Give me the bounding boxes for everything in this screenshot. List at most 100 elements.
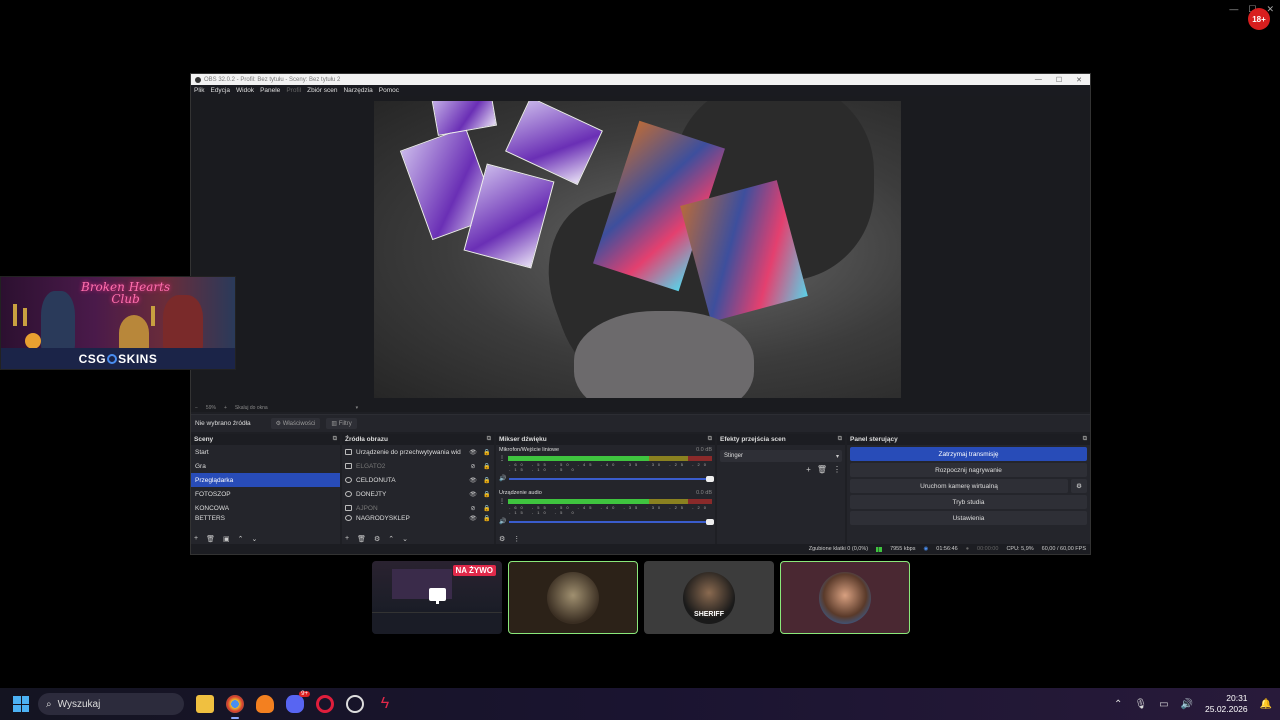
scene-item[interactable]: Gra [191,459,340,473]
chrome-icon[interactable] [226,695,244,719]
mixer-menu-icon[interactable]: ⋮ [513,535,520,543]
scenes-dock: Sceny ⧉ Start Gra Przeglądarka FOTOSZOP … [191,434,340,544]
undock-icon[interactable]: ⧉ [838,436,842,443]
microphone-icon[interactable]: 🎙 [1134,699,1147,710]
properties-button[interactable]: ⚙ Właściwości [270,418,321,429]
lock-icon[interactable]: 🔒 [480,477,494,484]
menu-pomoc[interactable]: Pomoc [379,87,399,94]
lightning-app-icon[interactable]: ϟ [376,695,394,713]
source-item[interactable]: Urządzenie do przechwytywania wid 👁 🔒 [342,445,494,459]
add-source-icon[interactable]: + [345,535,349,542]
screen-share-tile[interactable]: NA ŻYWO [372,561,502,634]
source-item[interactable]: NAGRODYSKLEP 👁 🔒 [342,515,494,523]
lock-icon[interactable]: 🔒 [480,463,494,470]
scene-item[interactable]: KONCOWA [191,501,340,515]
live-time: 01:56:46 [936,546,958,552]
channel-menu-icon[interactable]: ⋮ [499,498,505,505]
notification-bell-icon[interactable]: 🔔 [1260,699,1272,710]
filters-button[interactable]: ▥ Filtry [326,418,357,429]
eye-icon[interactable]: 👁 [466,449,480,456]
cloudflare-icon[interactable] [256,695,274,713]
add-scene-icon[interactable]: + [194,535,198,542]
eye-icon[interactable]: 👁 [466,491,480,498]
advanced-audio-icon[interactable]: ⚙ [499,535,505,543]
stop-stream-button[interactable]: Zatrzymaj transmisję [850,447,1087,461]
chevron-up-icon[interactable]: ⌃ [1114,699,1122,710]
menu-panele[interactable]: Panele [260,87,280,94]
lock-icon[interactable]: 🔒 [480,505,494,512]
transition-select[interactable]: Stinger ▾ [720,450,842,462]
scale-mode[interactable]: Skaluj do okna [235,405,268,411]
source-item[interactable]: DONEJTY 👁 🔒 [342,487,494,501]
lock-icon[interactable]: 🔒 [480,491,494,498]
preview-area[interactable] [191,96,1090,404]
scene-item-selected[interactable]: Przeglądarka [191,473,340,487]
undock-icon[interactable]: ⧉ [333,436,337,443]
undock-icon[interactable]: ⧉ [1083,436,1087,443]
move-down-icon[interactable]: ⌄ [402,535,408,543]
opera-gx-icon[interactable] [316,695,334,713]
menu-widok[interactable]: Widok [236,87,254,94]
remove-scene-icon[interactable]: 🗑 [206,535,215,543]
bottle [13,304,17,326]
speaker-icon[interactable]: 🔊 [499,475,506,482]
remove-source-icon[interactable]: 🗑 [357,535,366,543]
settings-button[interactable]: Ustawienia [850,511,1087,525]
virtual-camera-button[interactable]: Uruchom kamerę wirtualną [850,479,1068,493]
move-down-icon[interactable]: ⌄ [251,535,257,543]
scene-item[interactable]: Start [191,445,340,459]
menu-narzedzia[interactable]: Narzędzia [343,87,372,94]
participant-tile[interactable] [780,561,910,634]
eye-hidden-icon[interactable]: ⊘ [466,505,480,512]
virtual-camera-settings-icon[interactable]: ⚙ [1071,479,1087,493]
obs-taskbar-icon[interactable] [346,695,364,713]
windows-start-icon[interactable] [13,696,29,712]
obs-minimize-icon[interactable]: — [1035,76,1042,84]
taskbar-search[interactable]: ⌕ Wyszukaj [38,693,184,715]
volume-slider[interactable] [509,518,714,525]
menu-edycja[interactable]: Edycja [210,87,230,94]
file-explorer-icon[interactable] [196,695,214,713]
volume-slider[interactable] [509,475,714,482]
channel-db: 0.0 dB [696,490,712,496]
move-up-icon[interactable]: ⌃ [388,535,394,543]
undock-icon[interactable]: ⧉ [487,436,491,443]
scene-item[interactable]: FOTOSZOP [191,487,340,501]
chevron-down-icon[interactable]: ▾ [356,405,359,411]
obs-close-icon[interactable]: ✕ [1076,76,1082,84]
move-up-icon[interactable]: ⌃ [238,535,244,543]
eye-icon[interactable]: 👁 [466,477,480,484]
scene-item[interactable]: BETTERS [191,515,340,523]
source-item[interactable]: CELDONUTA 👁 🔒 [342,473,494,487]
eye-hidden-icon[interactable]: ⊘ [466,463,480,470]
participant-tile[interactable] [508,561,638,634]
source-item[interactable]: ELGATO2 ⊘ 🔒 [342,459,494,473]
discord-icon[interactable]: 9+ [286,691,310,713]
lock-icon[interactable]: 🔒 [480,515,494,522]
transition-menu-icon[interactable]: ⋮ [833,465,841,474]
studio-mode-button[interactable]: Tryb studia [850,495,1087,509]
menu-plik[interactable]: Plik [194,87,204,94]
minimize-icon[interactable]: — [1229,4,1238,15]
zoom-plus-icon[interactable]: + [224,405,227,411]
obs-maximize-icon[interactable]: ☐ [1056,76,1062,84]
menu-profil[interactable]: Profil [286,87,301,94]
source-settings-icon[interactable]: ⚙ [374,535,380,543]
filter-icon[interactable]: ▣ [223,535,230,543]
start-recording-button[interactable]: Rozpocznij nagrywanie [850,463,1087,477]
channel-menu-icon[interactable]: ⋮ [499,455,505,462]
undock-icon[interactable]: ⧉ [708,436,712,443]
add-transition-icon[interactable]: + [806,465,811,474]
zoom-minus-icon[interactable]: − [195,405,198,411]
remove-transition-icon[interactable]: 🗑 [817,465,827,474]
volume-icon[interactable]: 🔊 [1181,699,1193,710]
lock-icon[interactable]: 🔒 [480,449,494,456]
source-item[interactable]: AJPON ⊘ 🔒 [342,501,494,515]
speaker-icon[interactable]: 🔊 [499,518,506,525]
eye-icon[interactable]: 👁 [466,515,480,522]
menu-zbior-scen[interactable]: Zbiór scen [307,87,337,94]
obs-window: OBS 32.0.2 - Profil: Bez tytułu - Sceny:… [190,73,1091,555]
participant-tile[interactable]: SHERIFF [644,561,774,634]
clock[interactable]: 20:31 25.02.2026 [1205,693,1248,715]
display-icon[interactable]: ▭ [1159,699,1168,710]
